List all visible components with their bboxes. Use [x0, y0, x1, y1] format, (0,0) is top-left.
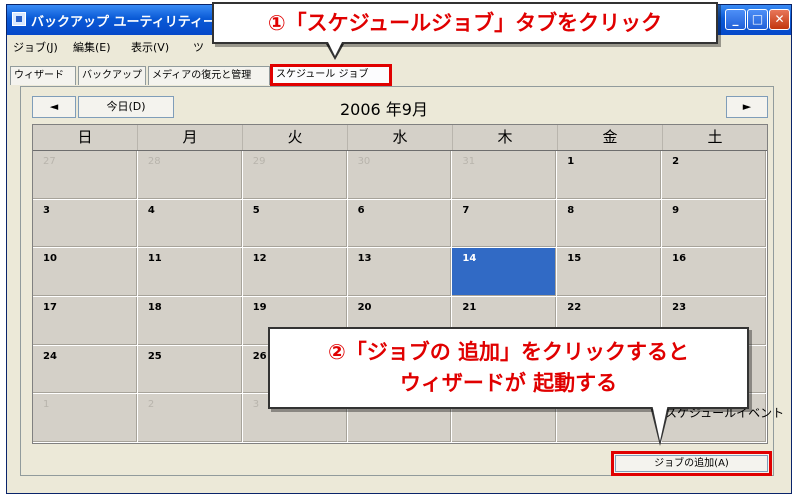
calendar-day-cell[interactable]: 18: [137, 297, 243, 346]
calendar-day-cell[interactable]: 29: [242, 151, 348, 200]
window-title: バックアップ ユーティリティー: [31, 15, 216, 30]
calendar-day-cell[interactable]: 25: [137, 345, 243, 395]
calendar-day-cell[interactable]: 7: [452, 199, 558, 249]
calendar-day-cell[interactable]: 15: [557, 248, 663, 297]
calendar-day-cell[interactable]: 12: [242, 248, 348, 297]
calendar-day-cell[interactable]: 4: [137, 199, 243, 249]
today-button[interactable]: 今日(D): [78, 96, 174, 118]
calendar-day-cell[interactable]: 8: [557, 199, 663, 249]
minimize-button[interactable]: _: [725, 9, 746, 30]
weekday-mon: 月: [138, 125, 243, 150]
calendar-day-cell[interactable]: 31: [452, 151, 558, 200]
weekday-fri: 金: [558, 125, 663, 150]
callout-step-2-line-1: ②「ジョブの 追加」をクリックすると: [327, 340, 690, 364]
tab-wizard[interactable]: ウィザード: [10, 66, 76, 85]
callout-step-1-text: ①「スケジュールジョブ」タブをクリック: [267, 11, 663, 35]
weekday-sat: 土: [707, 128, 723, 146]
calendar-day-cell[interactable]: 1: [557, 151, 663, 200]
close-button[interactable]: ✕: [769, 9, 790, 30]
calendar-day-cell[interactable]: 17: [33, 297, 138, 346]
tab-backup[interactable]: バックアップ: [78, 66, 146, 85]
maximize-button[interactable]: □: [747, 9, 768, 30]
callout-step-1: ①「スケジュールジョブ」タブをクリック: [212, 2, 718, 44]
calendar-day-cell[interactable]: 13: [347, 248, 453, 297]
calendar-day-cell[interactable]: 2: [662, 151, 767, 200]
calendar-day-cell[interactable]: 10: [33, 248, 138, 297]
menu-job[interactable]: ジョブ(J): [13, 39, 58, 55]
weekday-wed: 水: [348, 125, 453, 150]
calendar-day-cell[interactable]: 24: [33, 345, 138, 395]
calendar-day-cell[interactable]: 3: [33, 199, 138, 249]
calendar-day-cell[interactable]: 30: [347, 151, 453, 200]
calendar-day-cell[interactable]: 11: [137, 248, 243, 297]
add-job-button-label: ジョブの追加(A): [615, 455, 768, 472]
weekday-sun: 日: [33, 125, 138, 150]
menu-edit[interactable]: 編集(E): [73, 39, 111, 55]
calendar-day-cell[interactable]: 14: [452, 248, 558, 297]
weekday-header: 日 月 火 水 木 金 土: [33, 125, 767, 151]
next-month-button[interactable]: ►: [726, 96, 768, 118]
calendar-day-cell[interactable]: 28: [137, 151, 243, 200]
prev-month-button[interactable]: ◄: [32, 96, 76, 118]
callout-1-tail-fill: [328, 42, 342, 56]
calendar-day-cell[interactable]: 2: [137, 394, 243, 443]
callout-step-2: ②「ジョブの 追加」をクリックすると ウィザードが 起動する: [268, 327, 749, 409]
calendar-day-cell[interactable]: 6: [347, 199, 453, 249]
calendar-day-cell[interactable]: 16: [662, 248, 767, 297]
calendar-day-cell[interactable]: 9: [662, 199, 767, 249]
tab-restore-manage-media[interactable]: メディアの復元と管理: [148, 66, 270, 85]
add-job-button[interactable]: ジョブの追加(A): [611, 451, 772, 476]
callout-step-2-line-2: ウィザードが 起動する: [399, 371, 618, 395]
tab-schedule-jobs[interactable]: スケジュール ジョブ: [270, 64, 392, 86]
weekday-thu: 木: [453, 125, 558, 150]
calendar-day-cell[interactable]: 1: [33, 394, 138, 443]
menu-view[interactable]: 表示(V): [131, 39, 169, 55]
menu-tools[interactable]: ツ: [193, 39, 204, 55]
month-title: 2006 年9月: [340, 100, 428, 119]
callout-2-tail-fill: [652, 404, 668, 441]
calendar-day-cell[interactable]: 27: [33, 151, 138, 200]
calendar-day-cell[interactable]: 5: [242, 199, 348, 249]
weekday-tue: 火: [243, 125, 348, 150]
app-icon: [12, 12, 26, 26]
